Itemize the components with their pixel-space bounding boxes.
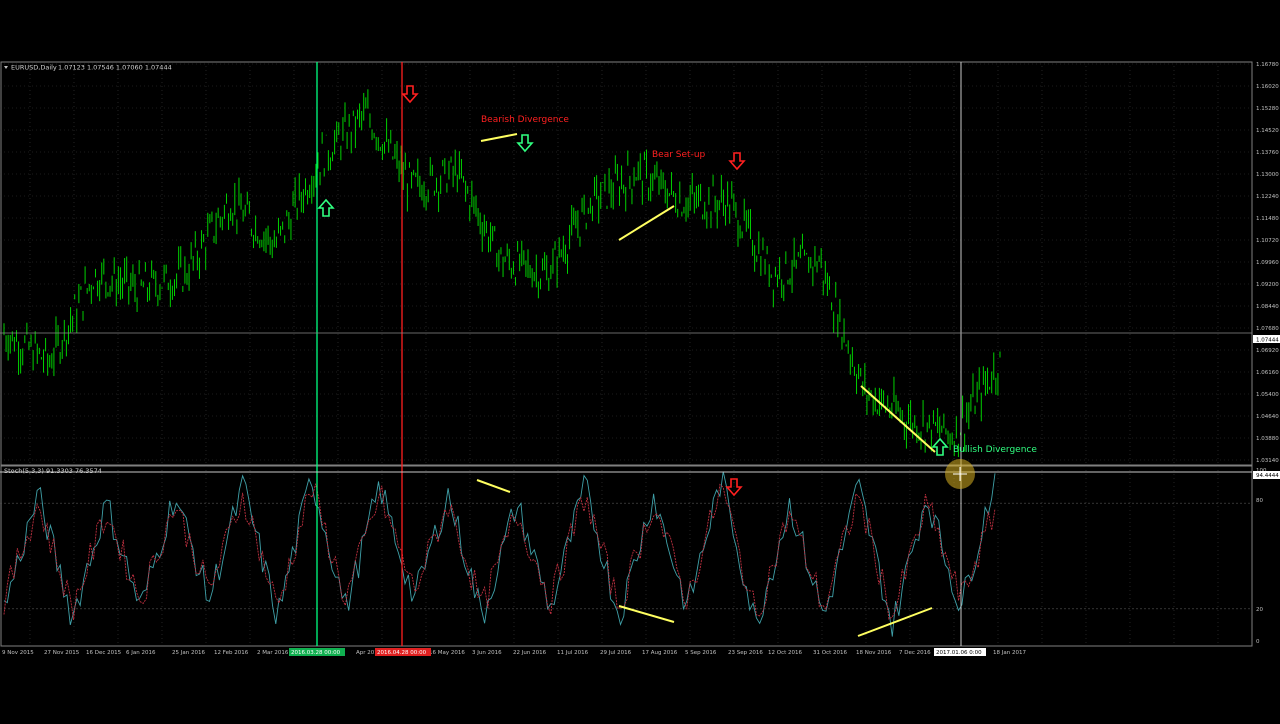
time-tick-label: 12 Oct 2016 xyxy=(768,650,803,656)
x-highlight-cursor-label: 2017.01.06 0:00 xyxy=(936,650,982,656)
time-tick-label: 6 Jan 2016 xyxy=(126,650,156,656)
red-down-arrow-icon[interactable] xyxy=(401,85,419,104)
green-up-arrow-icon[interactable] xyxy=(931,437,949,456)
x-highlight-green-label: 2016.03.28 00:00 xyxy=(291,650,341,656)
price-tick-label: 1.14520 xyxy=(1256,128,1279,134)
annotation-bear-setup[interactable]: Bear Set-up xyxy=(652,150,706,160)
stoch-current-value: 94.4444 xyxy=(1256,473,1279,479)
price-tick-label: 1.04640 xyxy=(1256,414,1279,420)
annotation-bullish-divergence[interactable]: Bullish Divergence xyxy=(953,445,1037,455)
time-axis[interactable]: 9 Nov 2015 27 Nov 2015 16 Dec 2015 6 Jan 20… xyxy=(2,650,1026,656)
x-highlight-red-label: 2016.04.28 00:00 xyxy=(377,650,427,656)
price-tick-label: 1.09200 xyxy=(1256,282,1279,288)
time-tick-label: 16 May 2016 xyxy=(429,650,465,656)
time-tick-label: 31 Oct 2016 xyxy=(813,650,848,656)
price-tick-label: 1.05400 xyxy=(1256,392,1279,398)
chart-canvas[interactable]: Bearish Divergence Bear Set-up Bullish D… xyxy=(0,0,1280,720)
price-tick-label: 1.16780 xyxy=(1256,62,1279,68)
time-tick-label: 12 Feb 2016 xyxy=(214,650,249,656)
main-chart-frame xyxy=(0,61,1253,466)
indicator-axis: 100 80 20 0 xyxy=(1256,468,1267,645)
green-down-arrow-icon[interactable] xyxy=(516,134,534,153)
trading-chart-window: Bearish Divergence Bear Set-up Bullish D… xyxy=(0,0,1280,720)
price-tick-label: 1.06920 xyxy=(1256,348,1279,354)
stoch-trendline-2[interactable] xyxy=(618,605,675,623)
time-tick-label: 2 Mar 2016 xyxy=(257,650,289,656)
symbol-header: EURUSD,Daily xyxy=(11,64,57,72)
current-price-label: 1.07444 xyxy=(1256,338,1279,344)
price-axis[interactable]: 1.16780 1.16020 1.15280 1.14520 1.13760 1.130… xyxy=(1256,62,1279,464)
collapse-triangle-icon[interactable] xyxy=(4,66,8,69)
price-tick-label: 1.06160 xyxy=(1256,370,1279,376)
time-tick-label: 23 Sep 2016 xyxy=(728,650,763,656)
red-down-arrow-icon[interactable] xyxy=(728,152,746,171)
price-tick-label: 1.11480 xyxy=(1256,216,1279,222)
price-tick-label: 1.12240 xyxy=(1256,194,1279,200)
trendline-bearish-div[interactable] xyxy=(480,133,518,142)
price-tick-label: 1.03880 xyxy=(1256,436,1279,442)
time-tick-label: 17 Aug 2016 xyxy=(642,650,678,656)
price-tick-label: 1.10720 xyxy=(1256,238,1279,244)
grid xyxy=(0,62,1252,646)
ohlc-values: 1.07123 1.07546 1.07060 1.07444 xyxy=(58,64,172,72)
indicator-header: Stoch(5,3,3) 91.3303 76.3574 xyxy=(4,467,102,475)
stoch-scale-80: 80 xyxy=(1256,498,1263,504)
price-tick-label: 1.03140 xyxy=(1256,458,1279,464)
price-tick-label: 1.07680 xyxy=(1256,326,1279,332)
time-tick-label: 25 Jan 2016 xyxy=(172,650,205,656)
stoch-trendline-1[interactable] xyxy=(476,479,511,493)
time-tick-label: 11 Jul 2016 xyxy=(557,650,589,656)
stochastic-lines xyxy=(3,471,996,637)
trendline-bear-setup[interactable] xyxy=(618,205,675,241)
price-tick-label: 1.09960 xyxy=(1256,260,1279,266)
time-tick-label: 5 Sep 2016 xyxy=(685,650,717,656)
time-tick-label: 16 Dec 2015 xyxy=(86,650,122,656)
time-tick-label: 27 Nov 2015 xyxy=(44,650,80,656)
stoch-signal-line xyxy=(3,483,996,620)
time-tick-label: 18 Nov 2016 xyxy=(856,650,892,656)
time-tick-label: 18 Jan 2017 xyxy=(993,650,1026,656)
stoch-scale-0: 0 xyxy=(1256,639,1260,645)
price-candles xyxy=(3,89,1001,458)
time-tick-label: 22 Jun 2016 xyxy=(513,650,547,656)
annotation-bearish-divergence[interactable]: Bearish Divergence xyxy=(481,115,569,125)
time-tick-label: 3 Jun 2016 xyxy=(472,650,502,656)
trendline-bullish-div[interactable] xyxy=(860,385,936,453)
price-tick-label: 1.15280 xyxy=(1256,106,1279,112)
stoch-scale-20: 20 xyxy=(1256,607,1263,613)
price-tick-label: 1.08440 xyxy=(1256,304,1279,310)
price-tick-label: 1.13000 xyxy=(1256,172,1279,178)
time-tick-label: 7 Dec 2016 xyxy=(899,650,931,656)
time-tick-label: 29 Jul 2016 xyxy=(600,650,632,656)
green-up-arrow-icon[interactable] xyxy=(317,198,335,217)
price-tick-label: 1.13760 xyxy=(1256,150,1279,156)
indicator-frame xyxy=(0,465,1253,647)
time-tick-label: 9 Nov 2015 xyxy=(2,650,34,656)
price-tick-label: 1.16020 xyxy=(1256,84,1279,90)
